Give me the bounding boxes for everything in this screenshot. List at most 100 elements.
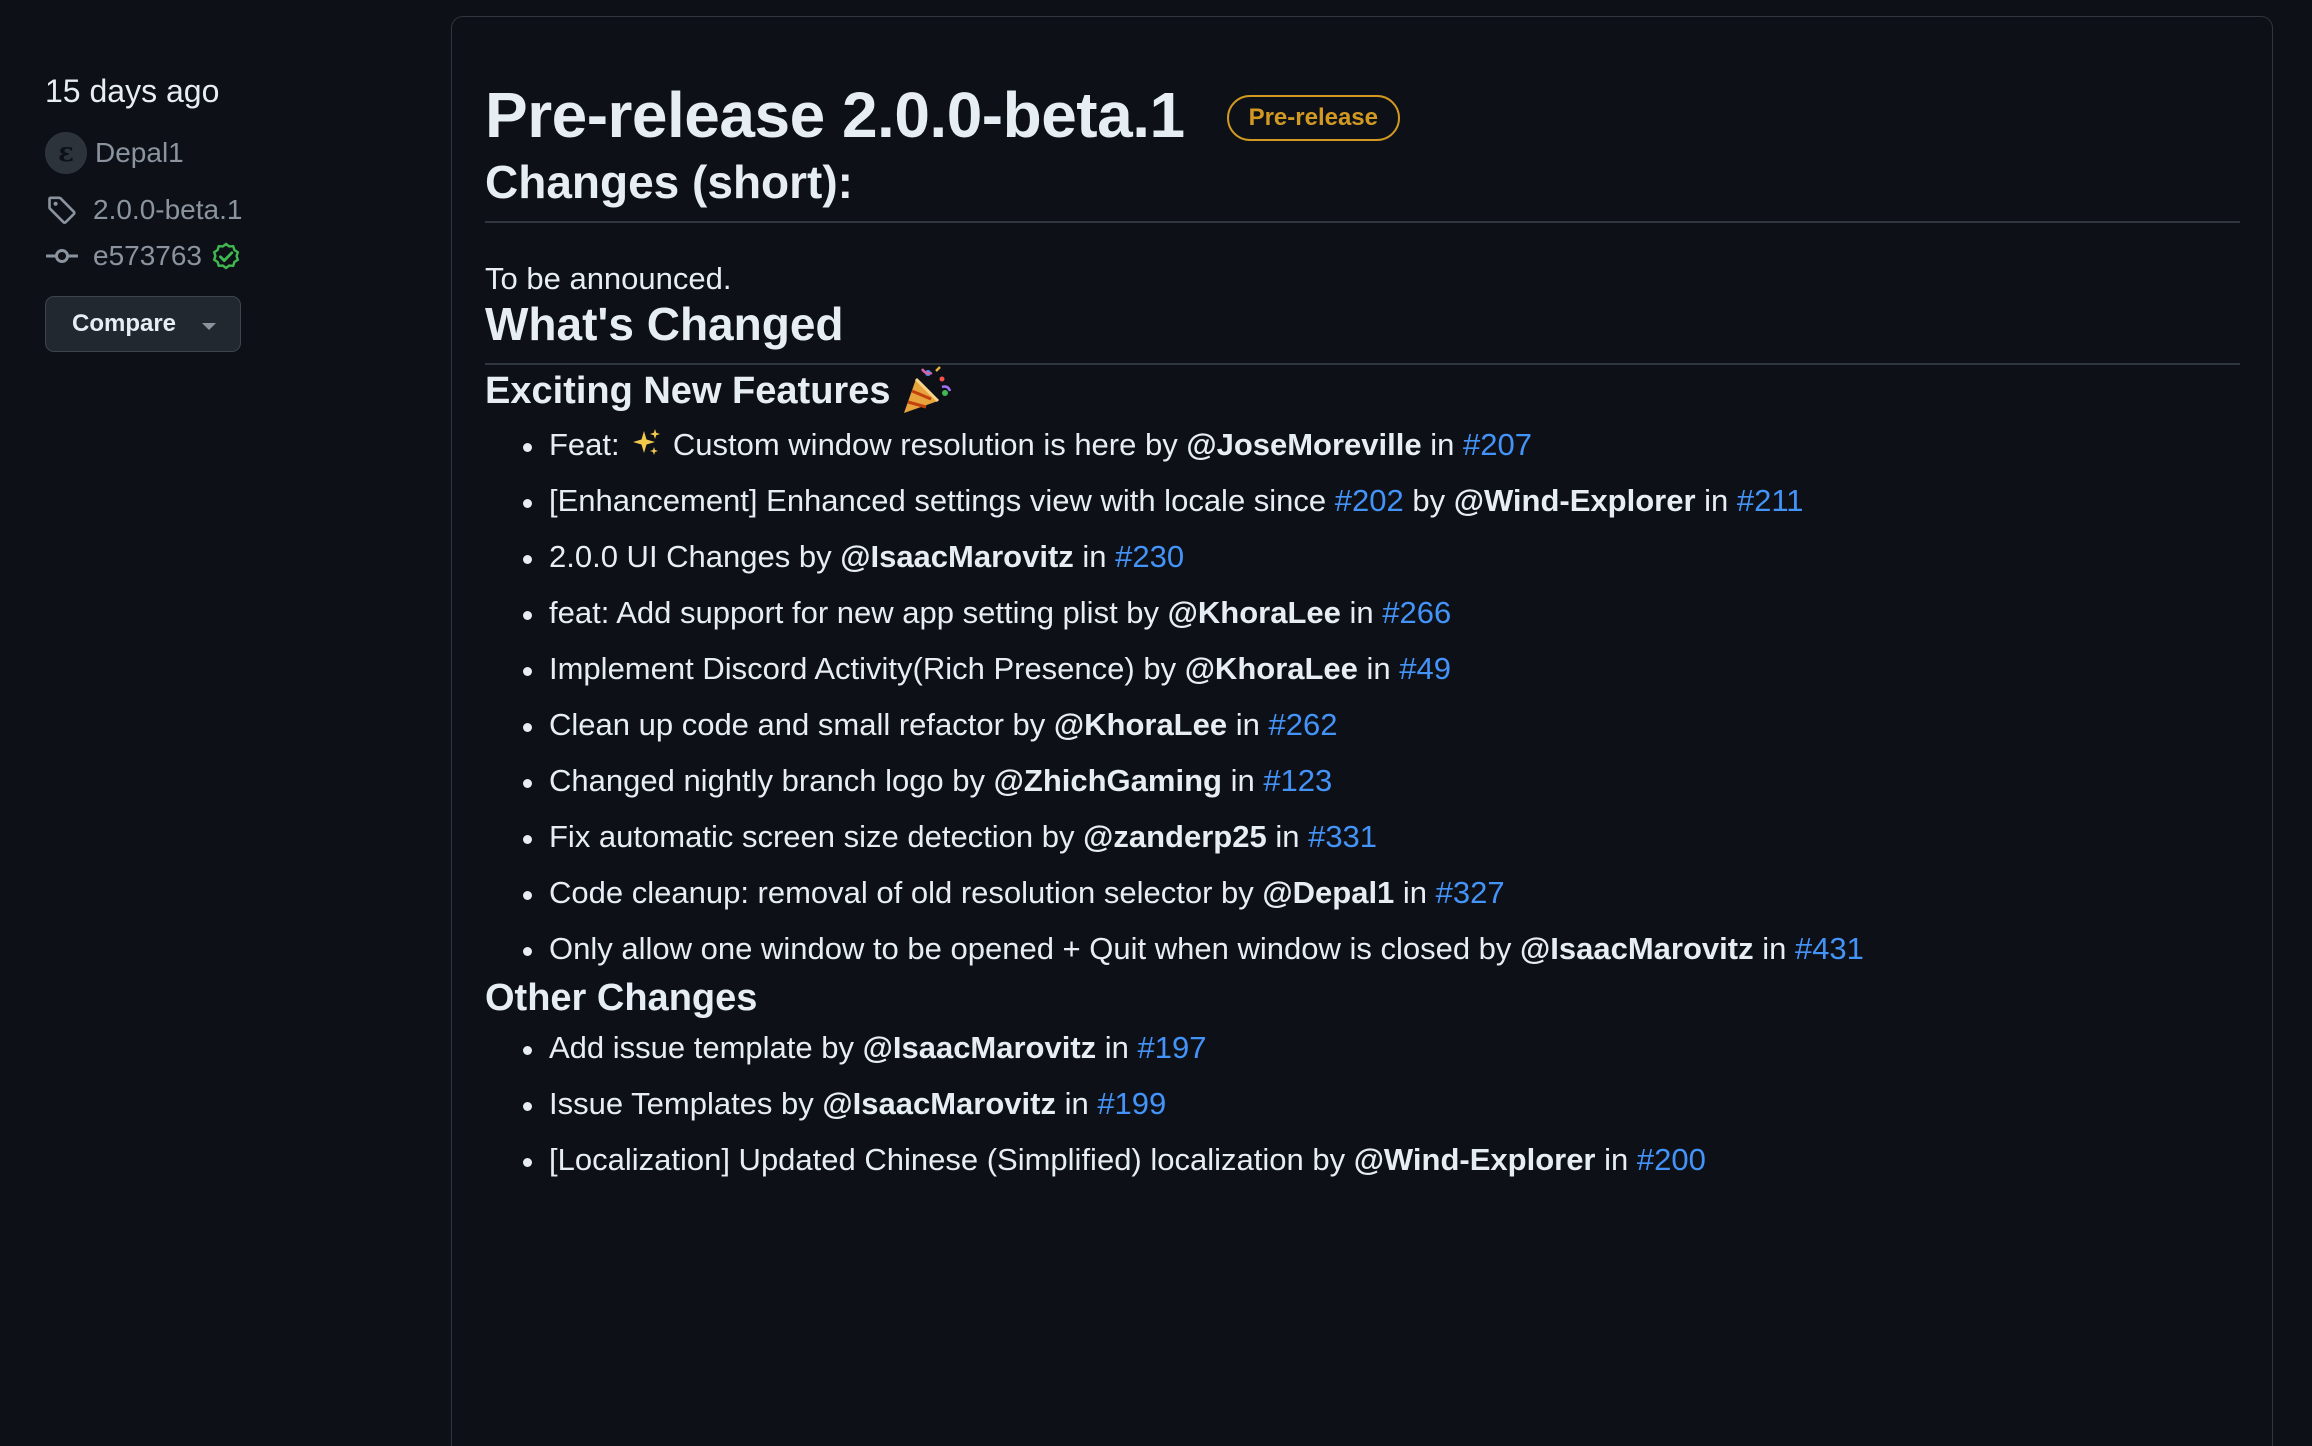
features-list: Feat: Custom window resolution is here b… xyxy=(485,417,2240,977)
item-text: in xyxy=(1227,707,1269,742)
item-text: by xyxy=(1403,483,1454,518)
release-author[interactable]: ε Depal1 xyxy=(45,130,405,176)
item-text: Custom window resolution is here by xyxy=(664,427,1187,462)
pull-request-link[interactable]: #262 xyxy=(1268,707,1337,742)
user-mention[interactable]: @ZhichGaming xyxy=(994,763,1222,798)
list-item: Add issue template by @IsaacMarovitz in … xyxy=(485,1020,2240,1076)
prerelease-badge: Pre-release xyxy=(1226,95,1400,141)
pull-request-link[interactable]: #199 xyxy=(1097,1086,1166,1121)
item-text: Add issue template by xyxy=(549,1030,863,1065)
item-text: [Localization] Updated Chinese (Simplifi… xyxy=(549,1142,1354,1177)
release-sidebar: 15 days ago ε Depal1 2.0.0-beta.1 e57376… xyxy=(45,62,405,352)
release-header: Pre-release 2.0.0-beta.1 Pre-release xyxy=(485,75,2240,155)
pull-request-link[interactable]: #207 xyxy=(1463,427,1532,462)
list-item: Implement Discord Activity(Rich Presence… xyxy=(485,641,2240,697)
whats-changed-heading: What's Changed xyxy=(485,297,2240,365)
item-text: in xyxy=(1266,819,1309,854)
release-tag[interactable]: 2.0.0-beta.1 xyxy=(45,190,405,230)
list-item: Code cleanup: removal of old resolution … xyxy=(485,865,2240,921)
issue-link[interactable]: #202 xyxy=(1335,483,1404,518)
item-text: Code cleanup: removal of old resolution … xyxy=(549,875,1263,910)
user-mention[interactable]: @zanderp25 xyxy=(1083,819,1267,854)
release-date: 15 days ago xyxy=(45,73,220,109)
item-text: in xyxy=(1340,595,1383,630)
commit-icon xyxy=(45,239,79,273)
user-mention[interactable]: @IsaacMarovitz xyxy=(822,1086,1056,1121)
item-text: feat: Add support for new app setting pl… xyxy=(549,595,1168,630)
item-text: in xyxy=(1357,651,1400,686)
features-heading-text: Exciting New Features xyxy=(485,369,891,412)
user-mention[interactable]: @IsaacMarovitz xyxy=(1520,931,1754,966)
item-text: in xyxy=(1421,427,1463,462)
user-mention[interactable]: @IsaacMarovitz xyxy=(840,539,1074,574)
item-text: in xyxy=(1394,875,1436,910)
item-text: Fix automatic screen size detection by xyxy=(549,819,1084,854)
party-popper-icon xyxy=(898,365,952,417)
item-text: in xyxy=(1055,1086,1098,1121)
item-text: Feat: xyxy=(549,427,629,462)
user-mention[interactable]: @Depal1 xyxy=(1262,875,1394,910)
chevron-down-icon xyxy=(202,322,217,330)
pull-request-link[interactable]: #197 xyxy=(1138,1030,1207,1065)
item-text: Clean up code and small refactor by xyxy=(549,707,1054,742)
avatar-letter: ε xyxy=(58,138,74,168)
list-item: 2.0.0 UI Changes by @IsaacMarovitz in #2… xyxy=(485,529,2240,585)
item-text: [Enhancement] Enhanced settings view wit… xyxy=(549,483,1335,518)
pull-request-link[interactable]: #230 xyxy=(1115,539,1184,574)
pull-request-link[interactable]: #211 xyxy=(1737,483,1804,518)
compare-button[interactable]: Compare xyxy=(45,296,241,352)
item-text: in xyxy=(1073,539,1116,574)
list-item: Clean up code and small refactor by @Kho… xyxy=(485,697,2240,753)
item-text: in xyxy=(1695,483,1737,518)
list-item: Feat: Custom window resolution is here b… xyxy=(485,417,2240,473)
avatar[interactable]: ε xyxy=(45,132,87,174)
user-mention[interactable]: @KhoraLee xyxy=(1185,651,1358,686)
item-text: Only allow one window to be opened + Qui… xyxy=(549,931,1521,966)
release-card: Pre-release 2.0.0-beta.1 Pre-release Cha… xyxy=(451,16,2273,1446)
item-text: 2.0.0 UI Changes by xyxy=(549,539,841,574)
release-body: Pre-release 2.0.0-beta.1 Pre-release Cha… xyxy=(485,17,2240,1188)
verified-icon[interactable] xyxy=(210,240,242,272)
author-name[interactable]: Depal1 xyxy=(95,137,184,169)
item-text: Issue Templates by xyxy=(549,1086,823,1121)
compare-label: Compare xyxy=(72,310,177,337)
item-text: Changed nightly branch logo by xyxy=(549,763,994,798)
list-item: [Localization] Updated Chinese (Simplifi… xyxy=(485,1132,2240,1188)
item-text: in xyxy=(1595,1142,1637,1177)
item-text: in xyxy=(1096,1030,1138,1065)
list-item: Issue Templates by @IsaacMarovitz in #19… xyxy=(485,1076,2240,1132)
changes-short-heading: Changes (short): xyxy=(485,155,2240,223)
commit-sha[interactable]: e573763 xyxy=(93,240,202,272)
changes-short-text: To be announced. xyxy=(485,261,732,296)
release-page: 15 days ago ε Depal1 2.0.0-beta.1 e57376… xyxy=(0,0,2312,1446)
release-title[interactable]: Pre-release 2.0.0-beta.1 xyxy=(485,78,1185,152)
list-item: Changed nightly branch logo by @ZhichGam… xyxy=(485,753,2240,809)
list-item: Fix automatic screen size detection by @… xyxy=(485,809,2240,865)
list-item: Only allow one window to be opened + Qui… xyxy=(485,921,2240,977)
pull-request-link[interactable]: #266 xyxy=(1382,595,1451,630)
sparkles-icon xyxy=(630,421,662,477)
tag-name[interactable]: 2.0.0-beta.1 xyxy=(93,194,242,226)
user-mention[interactable]: @Wind-Explorer xyxy=(1454,483,1696,518)
pull-request-link[interactable]: #327 xyxy=(1436,875,1505,910)
user-mention[interactable]: @KhoraLee xyxy=(1168,595,1341,630)
user-mention[interactable]: @KhoraLee xyxy=(1054,707,1227,742)
item-text: in xyxy=(1221,763,1264,798)
list-item: feat: Add support for new app setting pl… xyxy=(485,585,2240,641)
release-commit[interactable]: e573763 xyxy=(45,236,405,276)
item-text: Implement Discord Activity(Rich Presence… xyxy=(549,651,1185,686)
pull-request-link[interactable]: #123 xyxy=(1263,763,1332,798)
user-mention[interactable]: @JoseMoreville xyxy=(1186,427,1421,462)
pull-request-link[interactable]: #49 xyxy=(1399,651,1451,686)
item-text: in xyxy=(1753,931,1795,966)
tag-icon xyxy=(45,193,79,227)
pull-request-link[interactable]: #431 xyxy=(1795,931,1864,966)
pull-request-link[interactable]: #331 xyxy=(1308,819,1377,854)
pull-request-link[interactable]: #200 xyxy=(1637,1142,1706,1177)
user-mention[interactable]: @IsaacMarovitz xyxy=(863,1030,1097,1065)
other-changes-list: Add issue template by @IsaacMarovitz in … xyxy=(485,1020,2240,1188)
other-changes-heading: Other Changes xyxy=(485,977,758,1019)
list-item: [Enhancement] Enhanced settings view wit… xyxy=(485,473,2240,529)
user-mention[interactable]: @Wind-Explorer xyxy=(1354,1142,1596,1177)
features-heading: Exciting New Features xyxy=(485,365,2240,417)
